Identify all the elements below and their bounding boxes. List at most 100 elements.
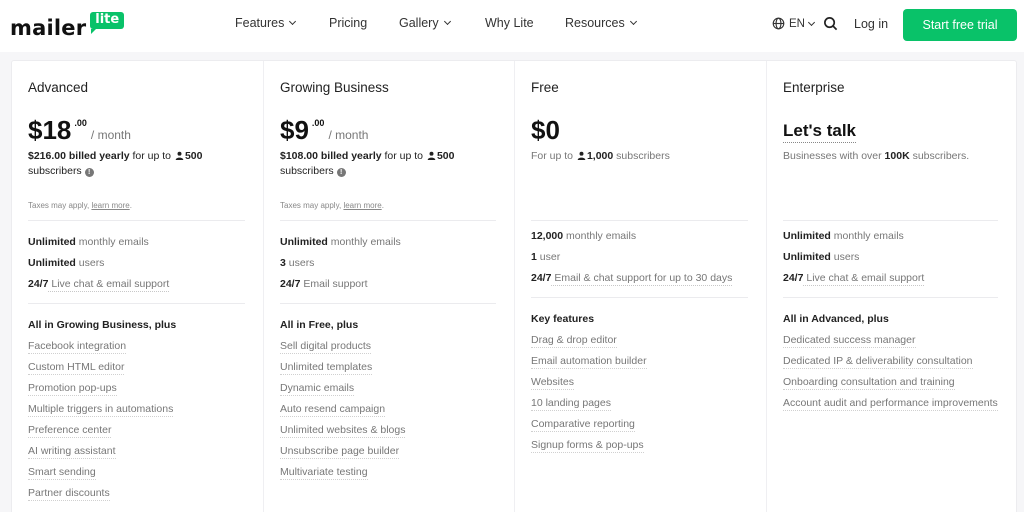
feature-item[interactable]: Custom HTML editor (28, 360, 176, 381)
nav-label: Features (235, 16, 285, 30)
info-icon[interactable]: ! (84, 168, 94, 177)
stat-label: users (75, 257, 105, 269)
feature-item[interactable]: Email automation builder (531, 354, 647, 375)
feature-item[interactable]: Unsubscribe page builder (280, 444, 405, 465)
plan-price: $9 .00 / month (280, 116, 368, 144)
logo-badge: lite (90, 12, 125, 34)
feature-item[interactable]: Dynamic emails (280, 381, 405, 402)
feature-item[interactable]: Smart sending (28, 465, 176, 486)
nav-label: Resources (565, 16, 625, 30)
divider (531, 297, 748, 298)
stat-value: Unlimited (28, 257, 76, 269)
feature-item[interactable]: Signup forms & pop-ups (531, 438, 647, 459)
feature-item[interactable]: AI writing assistant (28, 444, 176, 465)
divider (531, 220, 748, 221)
feature-item[interactable]: Drag & drop editor (531, 333, 647, 354)
nav-gallery[interactable]: Gallery (399, 16, 451, 30)
price-cents: .00 (74, 118, 87, 128)
subscriber-count: 500 (436, 150, 455, 162)
desc-tail: subscribers. (909, 150, 970, 162)
feature-label: Custom HTML editor (28, 361, 125, 375)
feature-item[interactable]: Partner discounts (28, 486, 176, 507)
feature-item[interactable]: 10 landing pages (531, 396, 647, 417)
learn-more-link[interactable]: learn more (343, 201, 381, 210)
features-heading: All in Growing Business, plus (28, 319, 177, 331)
nav-pricing[interactable]: Pricing (329, 16, 367, 30)
plan-name: Free (531, 80, 559, 95)
nav-why-lite[interactable]: Why Lite (485, 16, 534, 30)
subscriber-count: 500 (184, 150, 203, 162)
nav-label: Why Lite (485, 16, 534, 30)
stat-emails: Unlimited monthly emails (783, 229, 924, 250)
feature-label: AI writing assistant (28, 445, 116, 459)
billing-text: for up to (381, 150, 426, 162)
mailerlite-logo[interactable]: mailer lite (10, 9, 125, 40)
search-button[interactable] (823, 16, 839, 32)
stat-value: 24/7 (280, 278, 301, 290)
feature-item[interactable]: Unlimited websites & blogs (280, 423, 406, 444)
stat-emails: 12,000 monthly emails (531, 229, 732, 250)
tax-end: . (129, 201, 132, 210)
start-free-trial-button[interactable]: Start free trial (903, 9, 1017, 41)
divider (28, 220, 245, 221)
stat-support: 24/7 Live chat & email support (783, 271, 925, 292)
feature-item[interactable]: Promotion pop-ups (28, 381, 176, 402)
feature-item[interactable]: Sell digital products (280, 339, 405, 360)
top-navigation-bar: mailer lite Features Pricing Gallery Why… (0, 0, 1024, 52)
plan-card-enterprise: Enterprise Let's talk Businesses with ov… (767, 61, 1016, 512)
stat-support: 24/7 Live chat & email support (28, 277, 170, 298)
feature-item[interactable]: Account audit and performance improvemen… (783, 396, 998, 417)
nav-resources[interactable]: Resources (565, 16, 637, 30)
feature-item[interactable]: Preference center (28, 423, 176, 444)
feature-label: Dedicated success manager (783, 334, 916, 348)
plan-card-advanced: Advanced $18 .00 / month $216.00 billed … (12, 61, 264, 512)
feature-item[interactable]: Onboarding consultation and training (783, 375, 998, 396)
plan-description: Businesses with over 100K subscribers. (783, 149, 1013, 164)
billing-tail: subscribers (28, 165, 82, 177)
learn-more-link[interactable]: learn more (91, 201, 129, 210)
globe-icon (772, 17, 785, 30)
nav-label: Gallery (399, 16, 439, 30)
price-amount: $9 (280, 115, 309, 145)
stat-label: Live chat & email support (803, 272, 925, 286)
feature-item[interactable]: Comparative reporting (531, 417, 647, 438)
stat-label: monthly emails (563, 230, 637, 242)
feature-label: Comparative reporting (531, 418, 635, 432)
feature-item[interactable]: Dedicated success manager (783, 333, 998, 354)
feature-label: Smart sending (28, 466, 96, 480)
feature-label: Promotion pop-ups (28, 382, 117, 396)
stat-value: Unlimited (783, 230, 831, 242)
feature-label: Auto resend campaign (280, 403, 386, 417)
stat-users: 1 user (531, 250, 732, 271)
feature-list: All in Free, plus Sell digital products … (280, 318, 406, 486)
feature-item[interactable]: Facebook integration (28, 339, 176, 360)
feature-label: Dynamic emails (280, 382, 355, 396)
billing-amount: $216.00 billed yearly (28, 150, 130, 162)
stat-label: users (285, 257, 315, 269)
feature-item[interactable]: Multivariate testing (280, 465, 405, 486)
search-icon (824, 17, 838, 31)
lets-talk-link[interactable]: Let's talk (783, 121, 857, 143)
plan-price: $0 (531, 116, 560, 144)
language-selector[interactable]: EN (772, 17, 816, 30)
feature-item[interactable]: Websites (531, 375, 647, 396)
user-icon (577, 151, 586, 160)
nav-features[interactable]: Features (235, 16, 297, 30)
login-link[interactable]: Log in (854, 17, 888, 31)
feature-item[interactable]: Multiple triggers in automations (28, 402, 176, 423)
desc-highlight: 100K (884, 150, 910, 162)
plan-stats: 12,000 monthly emails 1 user 24/7 Email … (531, 229, 733, 292)
feature-label: Unsubscribe page builder (280, 445, 400, 459)
tax-text: Taxes may apply, (28, 201, 92, 210)
info-icon[interactable]: ! (336, 168, 346, 177)
features-heading: Key features (531, 313, 595, 325)
feature-item[interactable]: Auto resend campaign (280, 402, 405, 423)
feature-list: All in Advanced, plus Dedicated success … (783, 312, 998, 417)
stat-value: 24/7 (783, 272, 804, 284)
logo-wordmark: mailer (10, 16, 87, 40)
divider (28, 303, 245, 304)
feature-item[interactable]: Dedicated IP & deliverability consultati… (783, 354, 998, 375)
tax-end: . (381, 201, 384, 210)
stat-value: 12,000 (531, 230, 564, 242)
feature-item[interactable]: Unlimited templates (280, 360, 405, 381)
